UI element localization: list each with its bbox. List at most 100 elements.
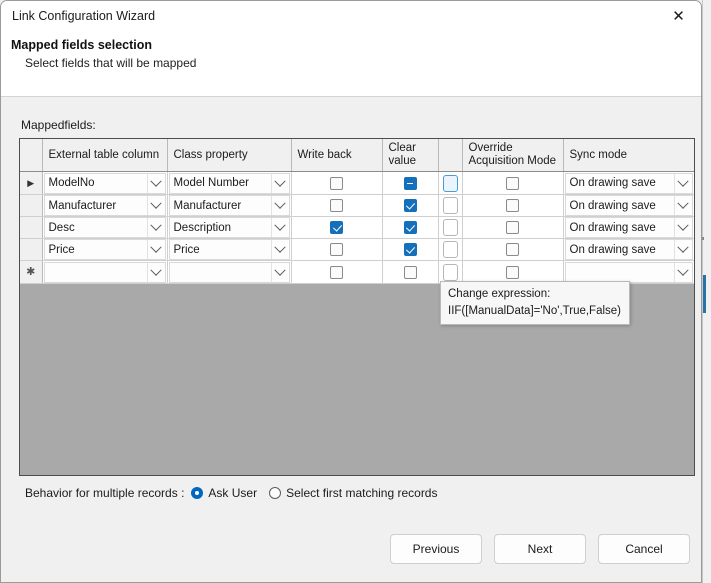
table-row[interactable]: ▶ ModelNo Model Number On drawing save: [20, 171, 694, 196]
external-table-column-dropdown[interactable]: Desc: [43, 217, 166, 239]
chevron-down-icon[interactable]: [146, 218, 165, 238]
chevron-down-icon[interactable]: [146, 173, 165, 193]
override-acquisition-mode-checkbox[interactable]: [506, 199, 519, 213]
clear-value-checkbox[interactable]: [403, 265, 417, 279]
cell-change-expression[interactable]: [438, 171, 463, 196]
chevron-down-icon[interactable]: [146, 240, 165, 260]
external-table-column-dropdown[interactable]: Manufacturer: [43, 195, 166, 217]
radio-ask-user-indicator[interactable]: [191, 487, 204, 499]
radio-select-first-indicator[interactable]: [269, 487, 282, 499]
sync-mode-dropdown[interactable]: On drawing save: [564, 239, 693, 261]
sync-mode-dropdown[interactable]: On drawing save: [564, 217, 693, 239]
sync-mode-dropdown[interactable]: On drawing save: [564, 195, 693, 217]
cell-clear-value[interactable]: [382, 194, 439, 218]
clear-value-checkbox[interactable]: [403, 199, 417, 213]
cell-sync-mode[interactable]: On drawing save: [563, 238, 694, 262]
radio-option-ask-user[interactable]: Ask User: [191, 486, 257, 500]
column-header-write-back[interactable]: Write back: [291, 139, 383, 173]
cell-override-acquisition-mode[interactable]: [462, 171, 564, 196]
cell-override-acquisition-mode[interactable]: [462, 216, 564, 240]
external-table-column-dropdown[interactable]: Price: [43, 239, 166, 261]
cell-class-property[interactable]: Manufacturer: [167, 194, 292, 218]
cell-class-property[interactable]: Description: [167, 216, 292, 240]
override-acquisition-mode-checkbox[interactable]: [506, 176, 519, 190]
cell-class-property[interactable]: [167, 260, 292, 285]
class-property-dropdown[interactable]: Price: [168, 239, 290, 261]
cell-clear-value[interactable]: [382, 260, 439, 285]
write-back-checkbox[interactable]: [330, 265, 343, 279]
cell-external-table-column[interactable]: Manufacturer: [42, 194, 168, 218]
write-back-checkbox[interactable]: [330, 221, 343, 235]
table-row[interactable]: Price Price On drawing save: [20, 238, 694, 262]
cell-class-property[interactable]: Model Number: [167, 171, 292, 196]
cancel-button[interactable]: Cancel: [598, 534, 690, 564]
column-header-external-table-column[interactable]: External table column: [42, 139, 168, 173]
override-acquisition-mode-checkbox[interactable]: [506, 221, 519, 235]
class-property-dropdown[interactable]: [168, 261, 290, 283]
cell-clear-value[interactable]: [382, 238, 439, 262]
class-property-dropdown[interactable]: Description: [168, 217, 290, 239]
radio-option-select-first-matching-records[interactable]: Select first matching records: [269, 486, 437, 500]
cell-external-table-column[interactable]: Price: [42, 238, 168, 262]
change-expression-checkbox[interactable]: [442, 219, 458, 237]
next-button[interactable]: Next: [494, 534, 586, 564]
column-header-sync-mode[interactable]: Sync mode: [563, 139, 694, 173]
cell-override-acquisition-mode[interactable]: [462, 194, 564, 218]
row-selector-cell[interactable]: [20, 216, 43, 240]
cell-external-table-column[interactable]: Desc: [42, 216, 168, 240]
cell-write-back[interactable]: [291, 194, 383, 218]
write-back-checkbox[interactable]: [330, 199, 343, 213]
table-row[interactable]: Desc Description On drawing save: [20, 216, 694, 240]
row-selector-cell[interactable]: ✱: [20, 260, 43, 285]
sync-mode-dropdown[interactable]: [564, 261, 693, 283]
cell-sync-mode[interactable]: On drawing save: [563, 171, 694, 196]
cell-sync-mode[interactable]: On drawing save: [563, 194, 694, 218]
cell-change-expression[interactable]: [438, 194, 463, 218]
chevron-down-icon[interactable]: [270, 262, 289, 282]
chevron-down-icon[interactable]: [673, 196, 692, 216]
close-button[interactable]: ✕: [656, 1, 701, 32]
cell-write-back[interactable]: [291, 216, 383, 240]
column-header-class-property[interactable]: Class property: [167, 139, 292, 173]
clear-value-checkbox[interactable]: [403, 243, 417, 257]
cell-write-back[interactable]: [291, 260, 383, 285]
chevron-down-icon[interactable]: [270, 240, 289, 260]
chevron-down-icon[interactable]: [270, 218, 289, 238]
override-acquisition-mode-checkbox[interactable]: [506, 265, 519, 279]
cell-external-table-column[interactable]: [42, 260, 168, 285]
change-expression-checkbox[interactable]: [442, 174, 458, 192]
cell-sync-mode[interactable]: On drawing save: [563, 216, 694, 240]
cell-class-property[interactable]: Price: [167, 238, 292, 262]
chevron-down-icon[interactable]: [673, 262, 692, 282]
chevron-down-icon[interactable]: [270, 173, 289, 193]
write-back-checkbox[interactable]: [330, 176, 343, 190]
chevron-down-icon[interactable]: [146, 262, 165, 282]
chevron-down-icon[interactable]: [146, 196, 165, 216]
external-table-column-dropdown[interactable]: [43, 261, 166, 283]
chevron-down-icon[interactable]: [673, 218, 692, 238]
row-selector-cell[interactable]: ▶: [20, 171, 43, 196]
chevron-down-icon[interactable]: [270, 196, 289, 216]
table-row[interactable]: Manufacturer Manufacturer On drawing save: [20, 194, 694, 218]
change-expression-checkbox[interactable]: [442, 241, 458, 259]
sync-mode-dropdown[interactable]: On drawing save: [564, 172, 693, 194]
cell-write-back[interactable]: [291, 238, 383, 262]
chevron-down-icon[interactable]: [673, 240, 692, 260]
clear-value-checkbox[interactable]: [403, 221, 417, 235]
cell-external-table-column[interactable]: ModelNo: [42, 171, 168, 196]
cell-write-back[interactable]: [291, 171, 383, 196]
write-back-checkbox[interactable]: [330, 243, 343, 257]
chevron-down-icon[interactable]: [673, 173, 692, 193]
previous-button[interactable]: Previous: [390, 534, 482, 564]
change-expression-checkbox[interactable]: [442, 263, 458, 281]
row-selector-cell[interactable]: [20, 238, 43, 262]
cell-clear-value[interactable]: [382, 171, 439, 196]
column-header-expression[interactable]: [438, 139, 463, 173]
cell-change-expression[interactable]: [438, 216, 463, 240]
cell-change-expression[interactable]: [438, 238, 463, 262]
class-property-dropdown[interactable]: Model Number: [168, 172, 290, 194]
override-acquisition-mode-checkbox[interactable]: [506, 243, 519, 257]
cell-clear-value[interactable]: [382, 216, 439, 240]
clear-value-checkbox[interactable]: [403, 176, 417, 190]
column-header-clear-value[interactable]: Clear value: [382, 139, 439, 173]
